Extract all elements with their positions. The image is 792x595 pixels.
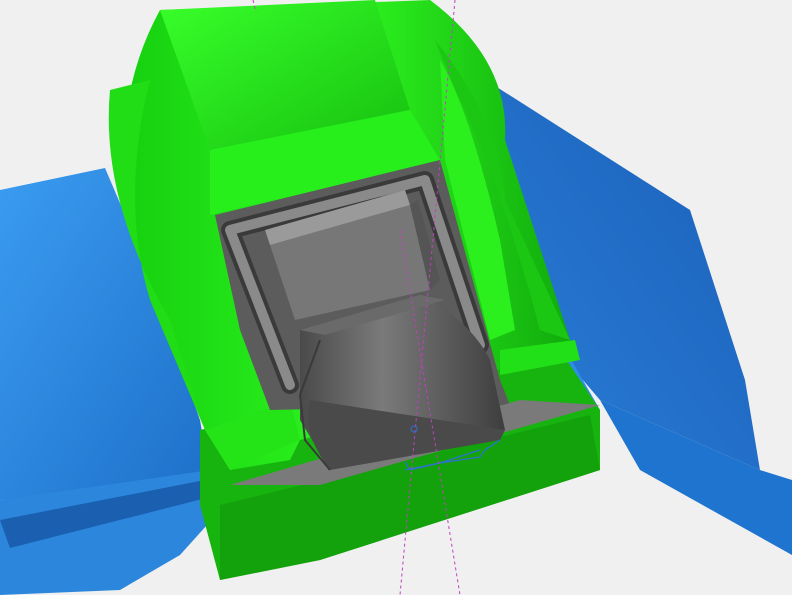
cad-3d-viewport[interactable]: 3D CAD viewport <box>0 0 792 595</box>
model-scene[interactable] <box>0 0 792 595</box>
